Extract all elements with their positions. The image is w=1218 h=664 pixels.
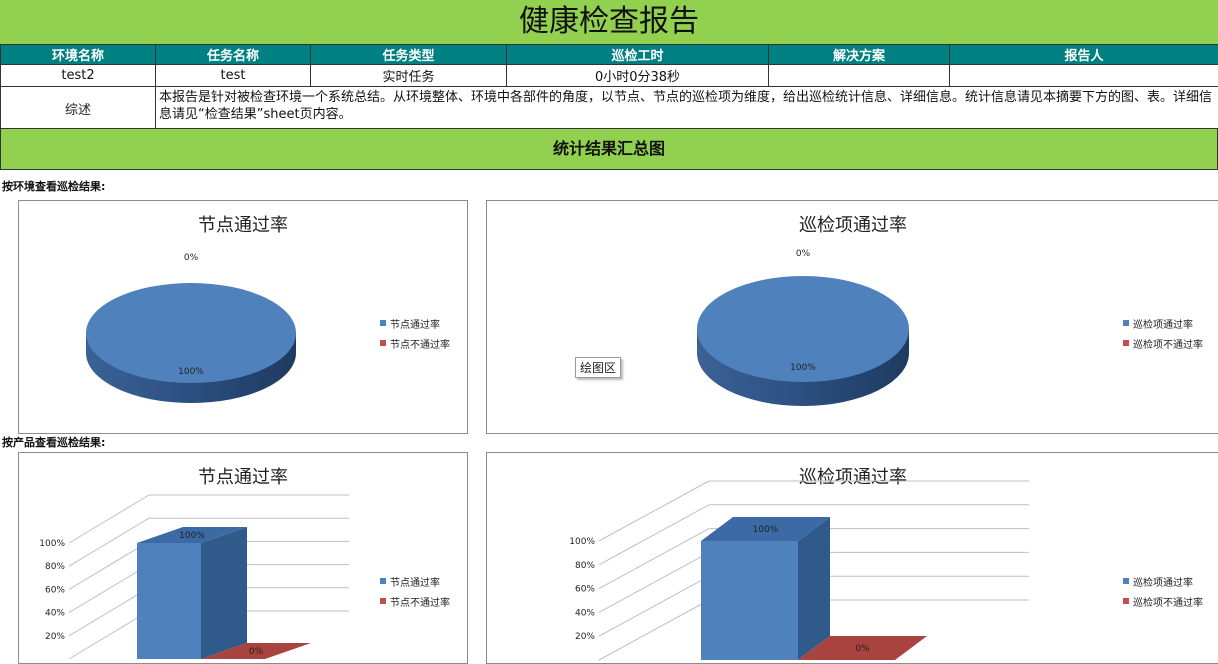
bar-plot-area: 20% 40% 60% 80% 100% 100% 0% [19,453,467,663]
chart-legend: 节点通过率 节点不通过率 [380,313,450,353]
y-tick-label: 60% [45,585,65,595]
bar-data-label: 0% [855,644,870,654]
legend-swatch-icon [1123,340,1129,346]
legend-item-fail: 节点不通过率 [380,333,450,353]
pie-label-fail: 0% [796,249,811,259]
grid-line [599,505,709,565]
bar [137,543,201,659]
y-tick-label: 40% [45,609,65,619]
plot-area-tooltip: 绘图区 [575,357,621,378]
y-tick-label: 100% [569,537,595,547]
legend-item-fail: 巡检项不通过率 [1123,591,1203,611]
legend-item-pass: 节点通过率 [380,313,450,333]
bar-side [201,527,247,659]
summary-text[interactable]: 本报告是针对被检查环境一个系统总结。从环境整体、环境中各部件的角度，以节点、节点… [156,87,1218,130]
pie-plot-area: 100% 0% [487,201,1218,433]
y-tick-label: 80% [575,561,595,571]
legend-item-pass: 巡检项通过率 [1123,313,1203,333]
legend-swatch-icon [380,320,386,326]
legend-label: 巡检项通过率 [1133,574,1193,589]
header-reporter[interactable]: 报告人 [950,45,1218,65]
grid-line [599,576,709,636]
bar-data-label: 0% [249,647,264,657]
node-pass-pie-chart[interactable]: 节点通过率 100% 0% 节点通过率 节点不通过率 [18,200,468,434]
item-pass-bar-chart[interactable]: 巡检项通过率 20% 40% 60% 80% 100% 100% 0% 巡检项通过率 巡检项… [486,452,1218,664]
header-task-type[interactable]: 任务类型 [311,45,507,65]
report-title-banner: 健康检查报告 [0,0,1218,45]
chart-legend: 巡检项通过率 巡检项不通过率 [1123,313,1203,353]
chart-legend: 节点通过率 节点不通过率 [380,571,450,611]
table-row: test2 test 实时任务 0小时0分38秒 [1,65,1218,87]
cell-reporter[interactable] [950,65,1218,87]
cell-task-name[interactable]: test [156,65,311,87]
summary-row: 综述 本报告是针对被检查环境一个系统总结。从环境整体、环境中各部件的角度，以节点… [1,87,1218,130]
legend-label: 节点不通过率 [390,336,450,351]
grid-line [599,552,709,612]
legend-swatch-icon [1123,598,1129,604]
legend-swatch-icon [380,598,386,604]
cell-solution[interactable] [769,65,950,87]
item-pass-pie-chart[interactable]: 巡检项通过率 100% 0% 绘图区 巡检项通过率 巡检项不通过率 [486,200,1218,434]
stats-title[interactable]: 统计结果汇总图 [0,128,1218,170]
legend-label: 巡检项不通过率 [1133,594,1203,609]
pie-label-pass: 100% [178,367,204,377]
y-tick-label: 40% [575,608,595,618]
legend-item-pass: 巡检项通过率 [1123,571,1203,591]
legend-item-fail: 巡检项不通过率 [1123,333,1203,353]
node-pass-bar-chart[interactable]: 节点通过率 20% 40% 60% 80% 100% 100% 0% 节点通过率 节点不通过… [18,452,468,664]
bar-side [798,517,830,660]
y-tick-label: 60% [575,585,595,595]
legend-label: 节点不通过率 [390,594,450,609]
section-by-product: 按产品查看巡检结果: [2,434,105,450]
header-work-time[interactable]: 巡检工时 [507,45,769,65]
y-tick-label: 20% [45,632,65,642]
summary-label[interactable]: 综述 [1,87,156,130]
header-solution[interactable]: 解决方案 [769,45,950,65]
legend-label: 巡检项通过率 [1133,316,1193,331]
legend-swatch-icon [1123,320,1129,326]
y-tick-label: 80% [45,562,65,572]
pie-label-pass: 100% [790,363,816,373]
section-by-env: 按环境查看巡检结果: [2,178,105,194]
legend-swatch-icon [1123,578,1129,584]
task-info-table: 环境名称 任务名称 任务类型 巡检工时 解决方案 报告人 test2 test … [0,44,1218,130]
y-tick-label: 20% [575,632,595,642]
header-env-name[interactable]: 环境名称 [1,45,156,65]
report-title: 健康检查报告 [0,0,1218,44]
pie-label-fail: 0% [184,253,199,263]
cell-task-type[interactable]: 实时任务 [311,65,507,87]
legend-label: 节点通过率 [390,316,440,331]
chart-legend: 巡检项通过率 巡检项不通过率 [1123,571,1203,611]
legend-item-pass: 节点通过率 [380,571,450,591]
legend-label: 巡检项不通过率 [1133,336,1203,351]
grid-line [599,481,709,541]
legend-swatch-icon [380,578,386,584]
legend-label: 节点通过率 [390,574,440,589]
legend-swatch-icon [380,340,386,346]
cell-env-name[interactable]: test2 [1,65,156,87]
grid-line [599,529,709,589]
bar-data-label: 100% [179,531,205,541]
grid-line [69,495,149,543]
cell-work-time[interactable]: 0小时0分38秒 [507,65,769,87]
y-tick-label: 100% [39,539,65,549]
bar-plot-area: 20% 40% 60% 80% 100% 100% 0% [487,453,1218,663]
header-task-name[interactable]: 任务名称 [156,45,311,65]
bar-data-label: 100% [753,525,779,535]
bar [701,541,798,660]
legend-item-fail: 节点不通过率 [380,591,450,611]
grid-line [599,600,709,660]
table-header-row: 环境名称 任务名称 任务类型 巡检工时 解决方案 报告人 [1,45,1218,65]
